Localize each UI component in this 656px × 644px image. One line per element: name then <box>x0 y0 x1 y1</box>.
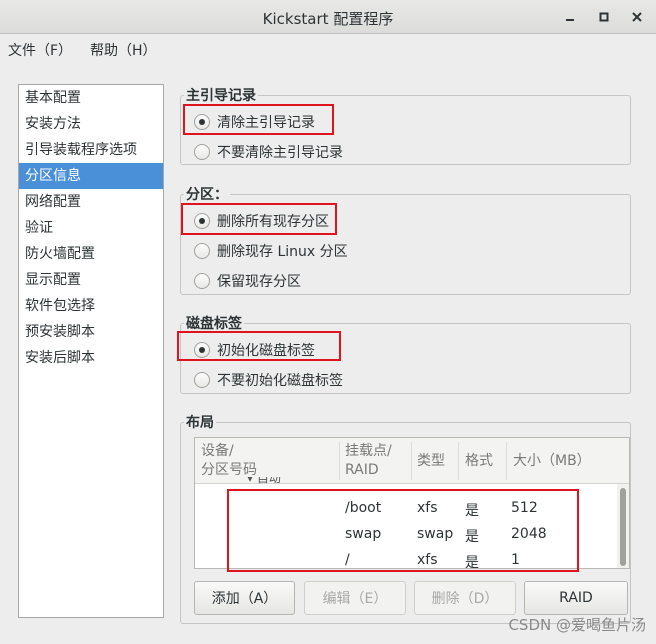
expander-icon[interactable]: ▾ <box>247 477 257 485</box>
menu-bar: 文件（F） 帮助（H） <box>0 34 656 64</box>
menu-file[interactable]: 文件（F） <box>8 40 72 60</box>
sidebar-item-preinstall[interactable]: 预安装脚本 <box>19 319 163 345</box>
highlight-box <box>177 331 341 361</box>
sidebar-item-postinstall[interactable]: 安装后脚本 <box>19 345 163 371</box>
tree-row-partial-label: 自动 <box>256 477 281 485</box>
partition-option-remove-linux[interactable]: 删除现存 Linux 分区 <box>194 240 348 262</box>
col-mount[interactable]: 挂载点/ RAID <box>345 442 392 480</box>
sidebar: 基本配置 安装方法 引导装载程序选项 分区信息 网络配置 验证 防火墙配置 显示… <box>18 84 164 618</box>
close-icon[interactable] <box>625 5 649 29</box>
disklabel-option-no-init[interactable]: 不要初始化磁盘标签 <box>194 369 343 391</box>
sidebar-item-packages[interactable]: 软件包选择 <box>19 293 163 319</box>
menu-help[interactable]: 帮助（H） <box>90 40 157 60</box>
radio-unchecked-icon[interactable] <box>194 372 210 388</box>
mbr-title: 主引导记录 <box>184 85 258 105</box>
col-size[interactable]: 大小（MB） <box>513 452 591 471</box>
sidebar-item-display[interactable]: 显示配置 <box>19 267 163 293</box>
layout-title: 布局 <box>184 412 216 432</box>
highlight-box <box>183 104 334 135</box>
highlight-box <box>181 203 337 235</box>
highlight-box <box>227 489 579 572</box>
disklabel-title: 磁盘标签 <box>184 313 244 333</box>
column-divider <box>458 442 459 480</box>
mbr-option-keep-label: 不要清除主引导记录 <box>217 145 343 161</box>
radio-unchecked-icon[interactable] <box>194 273 210 289</box>
title-bar: Kickstart 配置程序 <box>0 0 656 34</box>
col-mount-line2: RAID <box>345 462 379 478</box>
col-format[interactable]: 格式 <box>465 452 493 471</box>
partition-option-preserve[interactable]: 保留现存分区 <box>194 270 301 292</box>
sidebar-item-basic[interactable]: 基本配置 <box>19 85 163 111</box>
sidebar-item-partition[interactable]: 分区信息 <box>19 163 163 189</box>
scrollbar-thumb[interactable] <box>620 488 626 566</box>
col-device[interactable]: 设备/ 分区号码 <box>201 442 257 480</box>
sidebar-item-install-method[interactable]: 安装方法 <box>19 111 163 137</box>
radio-unchecked-icon[interactable] <box>194 144 210 160</box>
sidebar-item-firewall[interactable]: 防火墙配置 <box>19 241 163 267</box>
column-divider <box>339 442 340 480</box>
partition-option-remove-linux-label: 删除现存 Linux 分区 <box>217 244 348 260</box>
sidebar-item-bootloader[interactable]: 引导装载程序选项 <box>19 137 163 163</box>
partition-option-preserve-label: 保留现存分区 <box>217 274 301 290</box>
column-divider <box>411 442 412 480</box>
col-type[interactable]: 类型 <box>417 452 445 471</box>
mbr-option-keep[interactable]: 不要清除主引导记录 <box>194 141 343 163</box>
col-device-line1: 设备/ <box>201 443 234 459</box>
watermark: CSDN @爱喝鱼片汤 <box>508 616 646 634</box>
sidebar-item-network[interactable]: 网络配置 <box>19 189 163 215</box>
delete-button[interactable]: 删除（D） <box>414 581 516 615</box>
minimize-icon[interactable] <box>558 5 582 29</box>
raid-button[interactable]: RAID <box>524 581 628 615</box>
tree-row-partial: ▾ 自动 <box>247 477 281 485</box>
edit-button[interactable]: 编辑（E） <box>304 581 406 615</box>
sidebar-item-auth[interactable]: 验证 <box>19 215 163 241</box>
partition-title: 分区： <box>184 184 230 204</box>
add-button[interactable]: 添加（A） <box>194 581 295 615</box>
column-divider <box>506 442 507 480</box>
disklabel-option-no-init-label: 不要初始化磁盘标签 <box>217 373 343 389</box>
radio-unchecked-icon[interactable] <box>194 243 210 259</box>
col-mount-line1: 挂载点/ <box>345 443 392 459</box>
maximize-icon[interactable] <box>592 5 616 29</box>
